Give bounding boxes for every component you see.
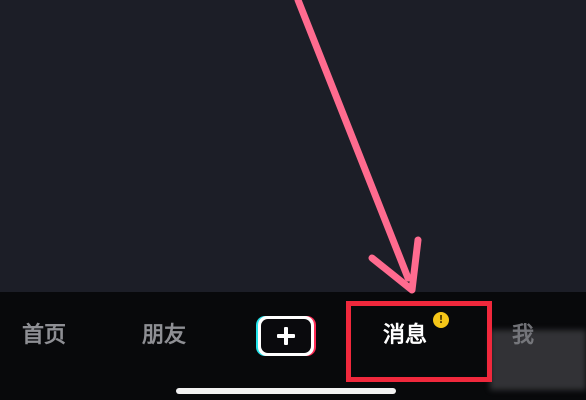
create-button-face: [258, 316, 314, 356]
create-button[interactable]: [256, 316, 316, 356]
tab-friends[interactable]: 朋友: [142, 320, 186, 352]
content-area: [0, 0, 586, 292]
home-indicator[interactable]: [176, 388, 396, 394]
app-screen: 首页 朋友 消息 ! 我: [0, 0, 586, 400]
notification-badge: !: [433, 312, 449, 328]
tab-messages[interactable]: 消息: [383, 320, 427, 352]
blurred-watermark: [490, 330, 586, 390]
plus-icon: [277, 327, 295, 345]
create-button-inner: [261, 319, 311, 353]
tab-home[interactable]: 首页: [22, 320, 66, 352]
